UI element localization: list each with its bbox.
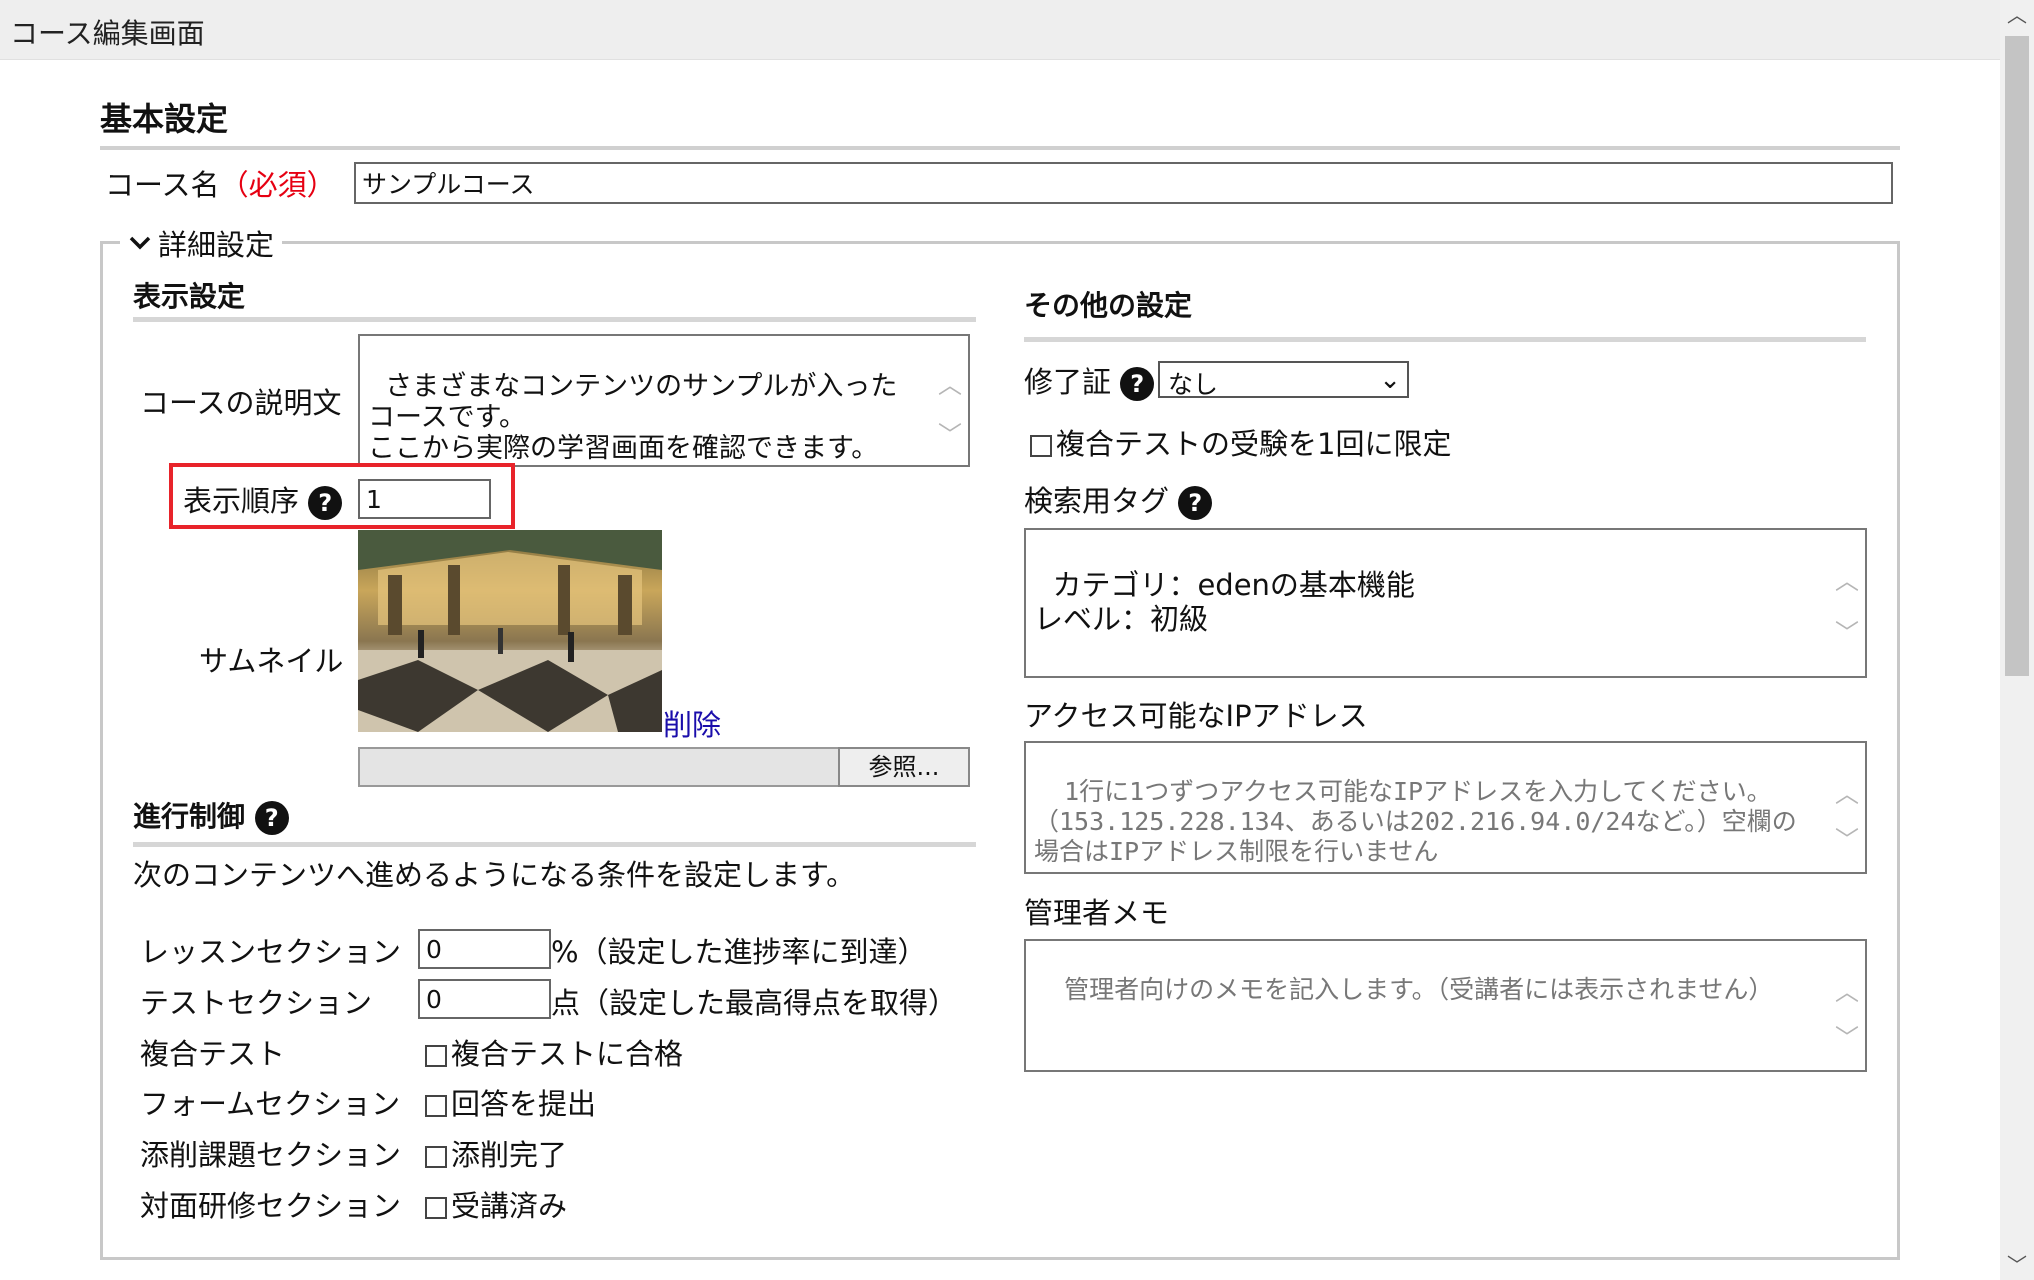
form-submit-checkbox[interactable]: 回答を提出 (425, 1081, 596, 1123)
chevron-up-icon: ︿ (1835, 978, 1859, 1006)
tags-label-text: 検索用タグ (1024, 484, 1170, 518)
progress-control-heading: 進行制御 ? (133, 795, 289, 835)
checkbox-icon[interactable] (425, 1045, 447, 1067)
scroll-down-icon[interactable]: ﹀ (2000, 1250, 2034, 1280)
chevron-down-icon (129, 236, 151, 250)
composite-test-pass-label: 複合テストに合格 (451, 1037, 684, 1071)
checkbox-icon[interactable] (1030, 435, 1052, 457)
description-label: コースの説明文 (140, 386, 342, 420)
checkbox-icon[interactable] (425, 1146, 447, 1168)
thumbnail-file-input[interactable]: 参照... (358, 747, 970, 787)
chevron-down-icon: ﹀ (1835, 619, 1859, 647)
ip-scrollbar[interactable]: ︿ ﹀ (1833, 749, 1861, 866)
window-titlebar: コース編集画面 (0, 0, 2000, 60)
details-toggle[interactable]: 詳細設定 (120, 222, 283, 264)
thumbnail-delete-link[interactable]: 削除 (663, 702, 721, 744)
thumbnail-label: サムネイル (199, 644, 344, 678)
thumbnail-image (358, 530, 662, 732)
assignment-section-label: 添削課題セクション (140, 1138, 402, 1172)
basic-settings-heading: 基本設定 (100, 100, 229, 138)
tags-scrollbar[interactable]: ︿ ﹀ (1833, 536, 1861, 670)
other-settings-heading: その他の設定 (1024, 289, 1193, 322)
chevron-up-icon: ︿ (1835, 780, 1859, 808)
form-submit-label: 回答を提出 (451, 1087, 597, 1121)
display-settings-heading: 表示設定 (133, 280, 246, 313)
description-scrollbar[interactable]: ︿ ﹀ (936, 342, 964, 459)
composite-test-pass-checkbox[interactable]: 複合テストに合格 (425, 1031, 683, 1073)
course-name-label-text: コース名 (105, 168, 220, 202)
training-section-label: 対面研修セクション (140, 1189, 402, 1223)
help-icon[interactable]: ? (308, 486, 343, 520)
certificate-label: 修了証 ? (1024, 359, 1155, 401)
memo-scrollbar[interactable]: ︿ ﹀ (1833, 947, 1861, 1064)
chevron-down-icon: ﹀ (1835, 1024, 1859, 1052)
description-textarea[interactable]: さまざまなコンテンツのサンプルが入ったコースです。 ここから実際の学習画面を確認… (358, 334, 970, 467)
chevron-down-icon: ﹀ (938, 421, 962, 449)
admin-memo-label: 管理者メモ (1024, 896, 1170, 930)
composite-test-label: 複合テスト (140, 1037, 286, 1071)
test-section-label: テストセクション (140, 986, 373, 1020)
training-attended-checkbox[interactable]: 受講済み (425, 1183, 567, 1225)
admin-memo-placeholder: 管理者向けのメモを記入します。（受講者には表示されません） (1064, 975, 1774, 1004)
progress-description: 次のコンテンツへ進めるようになる条件を設定します。 (133, 858, 856, 892)
chevron-up-icon: ︿ (1835, 567, 1859, 595)
checkbox-icon[interactable] (425, 1095, 447, 1117)
limit-attempt-label: 複合テストの受験を1回に限定 (1056, 427, 1452, 461)
ip-address-placeholder: 1行に1つずつアクセス可能なIPアドレスを入力してください。（153.125.2… (1034, 777, 1797, 866)
form-section-label: フォームセクション (140, 1087, 401, 1121)
training-attended-label: 受講済み (451, 1189, 568, 1223)
certificate-select-value: なし (1168, 370, 1219, 399)
lesson-progress-suffix: %（設定した進捗率に到達） (551, 935, 927, 969)
scroll-thumb[interactable] (2005, 36, 2029, 676)
window-title: コース編集画面 (10, 17, 205, 50)
page-scrollbar[interactable]: ︿ ﹀ (2000, 0, 2034, 1280)
lesson-progress-input[interactable] (418, 929, 551, 969)
basic-settings-divider (100, 146, 1900, 150)
other-settings-divider (1024, 337, 1866, 342)
limit-attempt-checkbox[interactable]: 複合テストの受験を1回に限定 (1030, 421, 1451, 463)
details-legend-label: 詳細設定 (158, 228, 275, 262)
scroll-up-icon[interactable]: ︿ (2000, 0, 2034, 30)
chevron-down-icon: ﹀ (1835, 826, 1859, 854)
certificate-select[interactable]: なし ⌄ (1158, 361, 1409, 399)
chevron-down-icon: ⌄ (1379, 365, 1401, 395)
certificate-label-text: 修了証 (1024, 365, 1112, 399)
chevron-up-icon: ︿ (938, 371, 962, 399)
assignment-complete-label: 添削完了 (451, 1138, 568, 1172)
help-icon[interactable]: ? (1120, 367, 1155, 401)
tags-textarea[interactable]: カテゴリ：edenの基本機能 レベル：初級 ︿ ﹀ (1024, 528, 1867, 678)
ip-address-textarea[interactable]: 1行に1つずつアクセス可能なIPアドレスを入力してください。（153.125.2… (1024, 741, 1867, 874)
test-score-suffix: 点（設定した最高得点を取得） (551, 986, 958, 1020)
course-name-label: コース名（必須） (105, 162, 336, 204)
ip-address-label: アクセス可能なIPアドレス (1024, 699, 1368, 733)
browse-button[interactable]: 参照... (838, 747, 970, 787)
tags-value: カテゴリ：edenの基本機能 レベル：初級 (1034, 568, 1415, 636)
assignment-complete-checkbox[interactable]: 添削完了 (425, 1132, 567, 1174)
course-name-input[interactable] (354, 162, 1893, 204)
checkbox-icon[interactable] (425, 1197, 447, 1219)
order-input[interactable] (358, 479, 491, 519)
progress-control-divider (133, 842, 976, 847)
lesson-section-label: レッスンセクション (140, 935, 402, 969)
help-icon[interactable]: ? (254, 801, 289, 835)
help-icon[interactable]: ? (1178, 486, 1213, 520)
admin-memo-textarea[interactable]: 管理者向けのメモを記入します。（受講者には表示されません） ︿ ﹀ (1024, 939, 1867, 1072)
tags-label: 検索用タグ ? (1024, 478, 1213, 520)
display-settings-divider (133, 317, 976, 322)
required-mark: （必須） (219, 168, 336, 202)
order-label: 表示順序 ? (183, 478, 343, 520)
description-value: さまざまなコンテンツのサンプルが入ったコースです。 ここから実際の学習画面を確認… (368, 371, 898, 464)
progress-control-heading-text: 進行制御 (133, 800, 246, 833)
test-score-input[interactable] (418, 979, 551, 1019)
order-label-text: 表示順序 (183, 484, 300, 518)
